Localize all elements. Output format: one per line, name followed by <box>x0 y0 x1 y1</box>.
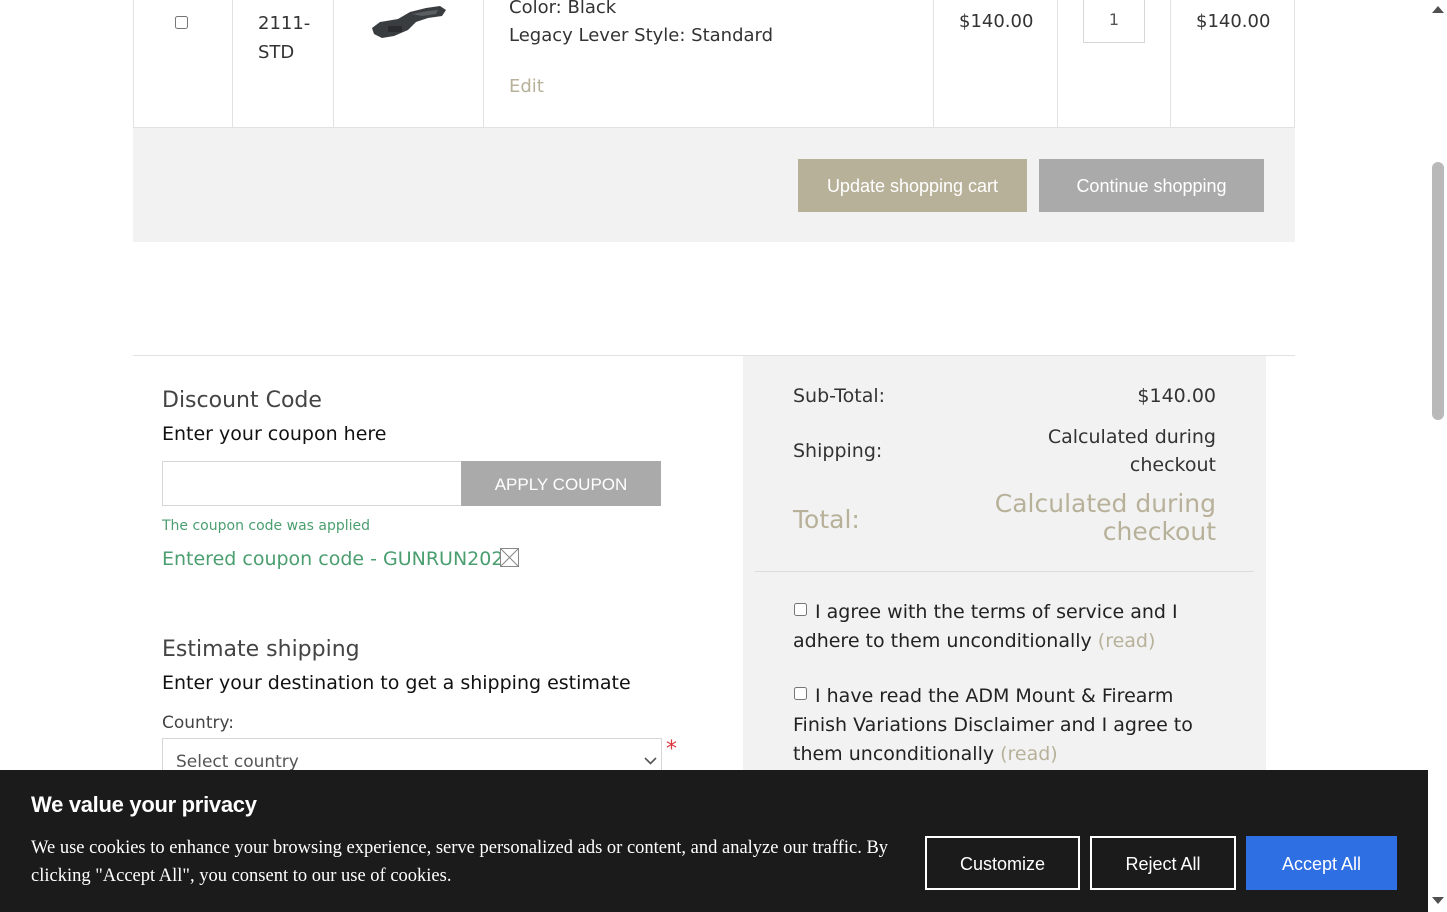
cell-divider <box>1057 0 1058 128</box>
cell-divider <box>333 0 334 128</box>
disclaimer-option: I have read the ADM Mount & Firearm Fini… <box>793 682 1233 769</box>
line-total: $140.00 <box>1196 11 1271 32</box>
cell-divider <box>1170 0 1171 128</box>
estimate-shipping-heading: Estimate shipping <box>162 637 360 662</box>
total-value-line: Calculated during <box>994 489 1216 518</box>
page-scrollbar[interactable] <box>1429 0 1447 912</box>
continue-shopping-button[interactable]: Continue shopping <box>1039 159 1264 212</box>
total-value-line: checkout <box>1102 517 1216 546</box>
quantity-input[interactable]: 1 <box>1083 0 1145 43</box>
estimate-shipping-subheading: Enter your destination to get a shipping… <box>162 672 631 694</box>
country-select-value: Select country <box>176 752 299 772</box>
coupon-input[interactable] <box>162 461 462 506</box>
product-thumbnail[interactable] <box>368 2 450 42</box>
edit-item-link[interactable]: Edit <box>509 76 544 97</box>
sku-line: AD- <box>258 0 328 9</box>
terms-of-service-option: I agree with the terms of service and I … <box>793 598 1233 656</box>
cookie-banner-title: We value your privacy <box>31 792 257 817</box>
chevron-down-icon <box>644 757 657 765</box>
accept-all-button[interactable]: Accept All <box>1246 836 1397 890</box>
product-attribute-color: Color: Black <box>509 0 617 18</box>
total-value: Calculated during checkout <box>995 490 1216 546</box>
scroll-down-arrow-icon[interactable] <box>1431 896 1445 906</box>
country-label: Country: <box>162 713 235 733</box>
scrollbar-thumb[interactable] <box>1432 162 1444 420</box>
subtotal-value: $140.00 <box>1137 385 1216 407</box>
total-label: Total: <box>793 505 860 534</box>
discount-subheading: Enter your coupon here <box>162 423 387 445</box>
unit-price: $140.00 <box>959 11 1034 32</box>
disclaimer-checkbox[interactable] <box>794 687 807 700</box>
shipping-value: Calculated during checkout <box>1048 423 1216 479</box>
remove-coupon-icon[interactable] <box>500 548 519 567</box>
terms-read-link[interactable]: (read) <box>1098 630 1156 652</box>
remove-item-checkbox[interactable] <box>175 16 188 29</box>
shipping-value-line: Calculated during <box>1047 426 1216 448</box>
entered-coupon-code: Entered coupon code - GUNRUN2025 <box>162 548 516 570</box>
sku-line: 2111- <box>258 13 311 34</box>
cell-divider <box>933 0 934 128</box>
cell-divider <box>232 0 233 128</box>
shipping-value-line: checkout <box>1129 454 1216 476</box>
required-marker: * <box>666 737 677 762</box>
apply-coupon-button[interactable]: APPLY COUPON <box>461 461 661 506</box>
product-attribute-lever-style: Legacy Lever Style: Standard <box>509 25 774 46</box>
customize-cookies-button[interactable]: Customize <box>925 836 1080 890</box>
update-cart-button[interactable]: Update shopping cart <box>798 159 1027 212</box>
cookie-banner-text: We use cookies to enhance your browsing … <box>31 838 889 886</box>
discount-heading: Discount Code <box>162 388 322 413</box>
sku-line: STD <box>258 42 295 63</box>
coupon-applied-message: The coupon code was applied <box>162 518 371 534</box>
reject-all-button[interactable]: Reject All <box>1090 836 1236 890</box>
product-sku: AD- 2111- STD <box>258 0 328 67</box>
totals-divider <box>755 571 1254 572</box>
terms-checkbox[interactable] <box>794 603 807 616</box>
disclaimer-text: I have read the ADM Mount & Firearm Fini… <box>793 685 1193 765</box>
scroll-up-arrow-icon[interactable] <box>1431 4 1445 14</box>
shipping-label: Shipping: <box>793 440 883 462</box>
cell-divider <box>483 0 484 128</box>
disclaimer-read-link[interactable]: (read) <box>1000 743 1058 765</box>
subtotal-label: Sub-Total: <box>793 385 886 407</box>
